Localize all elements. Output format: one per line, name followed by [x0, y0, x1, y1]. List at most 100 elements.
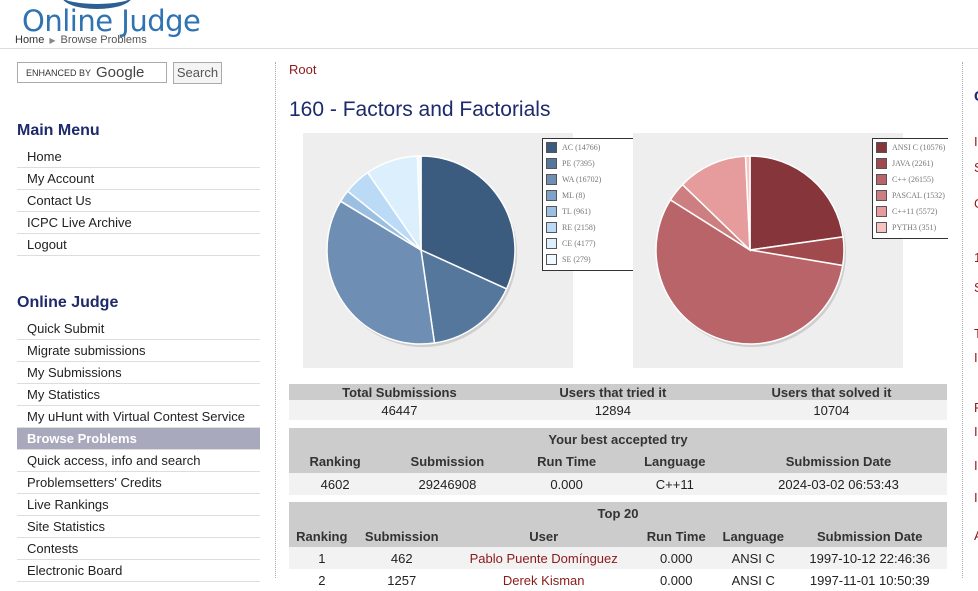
best-col-runtime: Run Time	[513, 450, 620, 473]
best-ranking: 4602	[320, 476, 350, 492]
legend-entry: WA (16702)	[543, 171, 637, 187]
stats-total-value: 46447	[381, 402, 418, 418]
sidebar-item-site-statistics[interactable]: Site Statistics	[17, 516, 260, 538]
sidebar-item-contact-us[interactable]: Contact Us	[17, 190, 260, 212]
legend-entry: RE (2158)	[543, 219, 637, 235]
breadcrumb: Home ▶ Browse Problems	[15, 34, 147, 46]
legend-label: ANSI C (10576)	[892, 142, 946, 152]
site-logo[interactable]: Online Judge	[22, 4, 201, 38]
top20-col-runtime: Run Time	[638, 525, 714, 547]
language-pie-chart	[633, 133, 903, 368]
sidebar-item-home[interactable]: Home	[17, 146, 260, 168]
legend-label: WA (16702)	[562, 174, 602, 184]
main-menu-title: Main Menu	[17, 122, 100, 139]
legend-label: C++ (26155)	[892, 174, 934, 184]
sidebar-item-electronic-board[interactable]: Electronic Board	[17, 560, 260, 582]
legend-swatch	[546, 253, 557, 265]
top20-caption: Top 20	[289, 502, 947, 525]
breadcrumb-home[interactable]: Home	[15, 34, 44, 46]
language-pie-svg	[655, 155, 846, 347]
top20-col-date: Submission Date	[792, 525, 947, 547]
legend-entry: C++11 (5572)	[873, 203, 948, 219]
legend-swatch	[546, 237, 557, 249]
verdict-pie-chart	[303, 133, 573, 368]
legend-entry: AC (14766)	[543, 139, 637, 155]
legend-entry: CE (4177)	[543, 235, 637, 251]
best-runtime: 0.000	[550, 476, 583, 492]
google-search-input[interactable]: ENHANCED BY Google	[17, 62, 167, 83]
language-legend: ANSI C (10576) JAVA (2261) C++ (26155) PASC…	[872, 138, 948, 239]
sidebar-item-my-uhunt-with-virtual-contest-service[interactable]: My uHunt with Virtual Contest Service	[17, 406, 260, 428]
sidebar-item-problemsetters-credits[interactable]: Problemsetters' Credits	[17, 472, 260, 494]
best-submission: 29246908	[418, 476, 477, 492]
sidebar-item-quick-access-info-and-search[interactable]: Quick access, info and search	[17, 450, 260, 472]
legend-label: SE (279)	[562, 254, 591, 264]
stats-header-tried: Users that tried it	[509, 384, 716, 400]
legend-swatch	[546, 173, 557, 185]
top20-user-link[interactable]: Pablo Puente Domínguez	[449, 547, 639, 569]
best-col-date: Submission Date	[730, 450, 947, 473]
legend-label: ML (8)	[562, 190, 586, 200]
stats-tried-value: 12894	[594, 402, 631, 418]
top20-language: ANSI C	[731, 550, 775, 566]
legend-label: AC (14766)	[562, 142, 601, 152]
sidebar-item-my-submissions[interactable]: My Submissions	[17, 362, 260, 384]
sidebar-item-logout[interactable]: Logout	[17, 234, 260, 256]
sidebar-item-contests[interactable]: Contests	[17, 538, 260, 560]
sidebar-item-browse-problems[interactable]: Browse Problems	[17, 428, 260, 450]
sidebar: Main Menu Home My Account Contact Us ICPC L…	[17, 118, 260, 582]
enhanced-by-label: ENHANCED BY	[26, 67, 92, 78]
sidebar-item-my-account[interactable]: My Account	[17, 168, 260, 190]
clipped-text: G	[974, 196, 978, 211]
legend-entry: ANSI C (10576)	[873, 139, 948, 155]
legend-swatch	[546, 141, 557, 153]
table-row: 4602 29246908 0.000 C++11 2024-03-02 06:…	[289, 473, 947, 495]
legend-swatch	[546, 221, 557, 233]
clipped-text: I	[974, 350, 978, 365]
top20-date: 1997-11-01 10:50:39	[809, 572, 930, 588]
pie-slice	[749, 155, 844, 251]
problem-title: 160 - Factors and Factorials	[289, 98, 551, 121]
legend-entry: PYTH3 (351)	[873, 219, 948, 235]
main-menu-list: Home My Account Contact Us ICPC Live Archiv…	[17, 146, 260, 256]
sidebar-item-quick-submit[interactable]: Quick Submit	[17, 318, 260, 340]
top20-rank: 1	[318, 550, 326, 566]
verdict-legend: AC (14766) PE (7395) WA (16702) ML (8) TL (9…	[542, 138, 638, 271]
stats-solved-value: 10704	[813, 402, 850, 418]
sidebar-item-migrate-submissions[interactable]: Migrate submissions	[17, 340, 260, 362]
content-divider	[275, 62, 276, 578]
google-logo: Google	[96, 64, 145, 81]
top20-submission: 462	[390, 550, 413, 566]
sidebar-item-my-statistics[interactable]: My Statistics	[17, 384, 260, 406]
clipped-text: I	[974, 134, 978, 149]
legend-swatch	[876, 173, 887, 185]
best-col-language: Language	[619, 450, 730, 473]
sidebar-item-icpc-live-archive[interactable]: ICPC Live Archive	[17, 212, 260, 234]
legend-entry: PE (7395)	[543, 155, 637, 171]
clipped-text: A	[974, 528, 978, 543]
search-button[interactable]: Search	[173, 62, 222, 84]
sidebar-item-live-rankings[interactable]: Live Rankings	[17, 494, 260, 516]
legend-label: JAVA (2261)	[892, 158, 934, 168]
legend-entry: SE (279)	[543, 251, 637, 267]
root-link[interactable]: Root	[289, 62, 316, 77]
breadcrumb-current[interactable]: Browse Problems	[61, 34, 147, 46]
online-judge-menu-title: Online Judge	[17, 294, 119, 311]
legend-swatch	[546, 205, 557, 217]
legend-entry: PASCAL (1532)	[873, 187, 948, 203]
legend-swatch	[876, 205, 887, 217]
legend-label: CE (4177)	[562, 238, 596, 248]
top20-submission: 1257	[387, 572, 417, 588]
clipped-text: T	[974, 326, 978, 341]
legend-entry: ML (8)	[543, 187, 637, 203]
top20-col-language: Language	[713, 525, 793, 547]
clipped-text: 1	[974, 250, 978, 265]
legend-entry: C++ (26155)	[873, 171, 948, 187]
legend-swatch	[876, 189, 887, 201]
legend-label: PE (7395)	[562, 158, 595, 168]
top20-col-ranking: Ranking	[289, 525, 355, 547]
top20-user-link[interactable]: Derek Kisman	[449, 569, 639, 591]
table-row: 1 462 Pablo Puente Domínguez 0.000 ANSI …	[289, 547, 947, 569]
clipped-text: P	[974, 400, 978, 415]
best-try-caption: Your best accepted try	[289, 428, 947, 450]
